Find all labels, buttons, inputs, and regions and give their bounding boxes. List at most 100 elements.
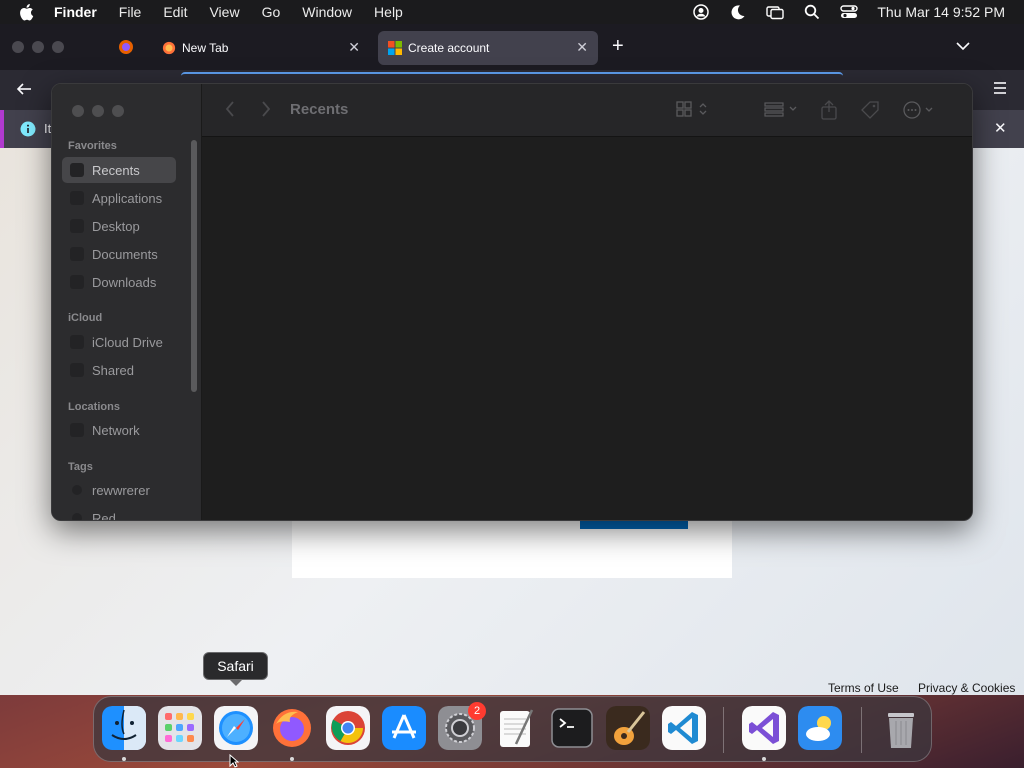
sidebar-item-tag[interactable]: rewwrerer bbox=[62, 477, 176, 503]
menu-edit[interactable]: Edit bbox=[163, 4, 187, 20]
menu-clock[interactable]: Thu Mar 14 9:52 PM bbox=[877, 4, 1005, 20]
hamburger-menu-icon[interactable] bbox=[992, 81, 1008, 100]
view-grid-icon[interactable] bbox=[676, 100, 710, 118]
tag-dot-icon bbox=[72, 513, 82, 520]
search-icon[interactable] bbox=[803, 3, 821, 21]
sidebar-item-label: rewwrerer bbox=[92, 482, 150, 498]
finder-window-title: Recents bbox=[290, 101, 349, 118]
browser-zoom-dot[interactable] bbox=[52, 41, 64, 53]
safari-icon[interactable] bbox=[214, 706, 258, 750]
notification-badge: 2 bbox=[468, 702, 486, 720]
close-icon[interactable]: ✕ bbox=[348, 39, 360, 56]
terminal-icon[interactable] bbox=[550, 706, 594, 750]
dock-tooltip: Safari bbox=[203, 652, 268, 680]
menu-bar: Finder File Edit View Go Window Help Thu… bbox=[0, 0, 1024, 24]
url-bar[interactable] bbox=[181, 72, 843, 76]
chrome-icon[interactable] bbox=[326, 706, 370, 750]
more-actions-icon[interactable] bbox=[902, 100, 936, 120]
running-indicator bbox=[762, 757, 766, 761]
sidebar-item-downloads[interactable]: Downloads bbox=[62, 269, 176, 295]
back-chevron-icon[interactable] bbox=[224, 100, 236, 118]
weather-icon[interactable] bbox=[798, 706, 842, 750]
sidebar-item-shared[interactable]: Shared bbox=[62, 357, 176, 383]
share-icon[interactable] bbox=[820, 100, 838, 120]
shared-folder-icon bbox=[70, 363, 84, 377]
tab-label: Create account bbox=[408, 41, 490, 55]
download-icon bbox=[70, 275, 84, 289]
finder-toolbar: Recents bbox=[202, 84, 972, 137]
close-icon[interactable]: ✕ bbox=[576, 39, 588, 56]
tab-create-account[interactable]: Create account ✕ bbox=[378, 31, 598, 65]
sidebar-header-favorites: Favorites bbox=[68, 140, 117, 152]
running-indicator bbox=[122, 757, 126, 761]
sidebar-item-label: Documents bbox=[92, 246, 158, 262]
garageband-icon[interactable] bbox=[606, 706, 650, 750]
dock bbox=[93, 696, 932, 762]
app-store-icon[interactable] bbox=[382, 706, 426, 750]
sidebar-scrollbar[interactable] bbox=[191, 140, 197, 392]
sidebar-item-label: Red bbox=[92, 510, 116, 521]
sidebar-item-applications[interactable]: Applications bbox=[62, 185, 176, 211]
privacy-link[interactable]: Privacy & Cookies bbox=[918, 681, 1015, 695]
sidebar-header-icloud: iCloud bbox=[68, 312, 103, 324]
sidebar-header-locations: Locations bbox=[68, 401, 120, 413]
group-by-icon[interactable] bbox=[764, 100, 800, 118]
apple-icon[interactable] bbox=[18, 3, 36, 21]
firefox-icon bbox=[162, 41, 176, 55]
applications-icon bbox=[70, 191, 84, 205]
sidebar-item-label: iCloud Drive bbox=[92, 334, 163, 350]
menu-finder[interactable]: Finder bbox=[54, 4, 97, 20]
dock-separator bbox=[723, 707, 724, 753]
finder-zoom-button[interactable] bbox=[112, 105, 124, 117]
launchpad-icon[interactable] bbox=[158, 706, 202, 750]
tab-list-chevron-icon[interactable] bbox=[956, 38, 970, 56]
signup-card bbox=[292, 520, 732, 578]
running-indicator bbox=[290, 757, 294, 761]
tag-icon[interactable] bbox=[860, 100, 880, 120]
sidebar-header-tags: Tags bbox=[68, 461, 93, 473]
menu-file[interactable]: File bbox=[119, 4, 142, 20]
sidebar-item-recents[interactable]: Recents bbox=[62, 157, 176, 183]
finder-icon[interactable] bbox=[102, 706, 146, 750]
menu-help[interactable]: Help bbox=[374, 4, 403, 20]
screen-mirroring-icon[interactable] bbox=[766, 3, 785, 21]
menu-window[interactable]: Window bbox=[302, 4, 352, 20]
globe-icon bbox=[70, 423, 84, 437]
cursor-icon bbox=[229, 753, 240, 768]
firefox-icon[interactable] bbox=[270, 706, 314, 750]
tab-new-tab[interactable]: New Tab ✕ bbox=[152, 31, 370, 65]
sidebar-item-label: Network bbox=[92, 422, 140, 438]
forward-chevron-icon[interactable] bbox=[260, 100, 272, 118]
next-button[interactable] bbox=[580, 520, 688, 529]
menu-go[interactable]: Go bbox=[262, 4, 281, 20]
control-center-icon[interactable] bbox=[840, 3, 859, 21]
new-tab-plus-icon[interactable]: + bbox=[612, 35, 624, 58]
browser-close-dot[interactable] bbox=[12, 41, 24, 53]
sidebar-item-network[interactable]: Network bbox=[62, 417, 176, 443]
sidebar-item-label: Applications bbox=[92, 190, 163, 206]
sidebar-item-desktop[interactable]: Desktop bbox=[62, 213, 176, 239]
info-icon bbox=[20, 121, 36, 142]
finder-close-button[interactable] bbox=[72, 105, 84, 117]
sidebar-item-documents[interactable]: Documents bbox=[62, 241, 176, 267]
close-icon[interactable]: ✕ bbox=[994, 119, 1007, 137]
trash-icon[interactable] bbox=[879, 706, 923, 750]
user-icon[interactable] bbox=[692, 3, 710, 21]
menu-view[interactable]: View bbox=[209, 4, 239, 20]
finder-file-list[interactable] bbox=[202, 137, 972, 520]
browser-minimize-dot[interactable] bbox=[32, 41, 44, 53]
vscode-icon[interactable] bbox=[662, 706, 706, 750]
sidebar-item-icloud-drive[interactable]: iCloud Drive bbox=[62, 329, 176, 355]
sidebar-item-label: Desktop bbox=[92, 218, 140, 234]
dock-separator bbox=[861, 707, 862, 753]
visual-studio-icon[interactable] bbox=[742, 706, 786, 750]
terms-link[interactable]: Terms of Use bbox=[828, 681, 899, 695]
firefox-view-icon[interactable] bbox=[118, 39, 134, 60]
moon-icon[interactable] bbox=[729, 3, 747, 21]
sidebar-item-label: Downloads bbox=[92, 274, 157, 290]
sidebar-item-tag-red[interactable]: Red bbox=[62, 505, 176, 521]
finder-minimize-button[interactable] bbox=[92, 105, 104, 117]
finder-sidebar: Favorites Recents Applications Desktop D… bbox=[52, 84, 202, 521]
textedit-icon[interactable] bbox=[494, 706, 538, 750]
back-arrow-icon[interactable] bbox=[16, 81, 32, 102]
